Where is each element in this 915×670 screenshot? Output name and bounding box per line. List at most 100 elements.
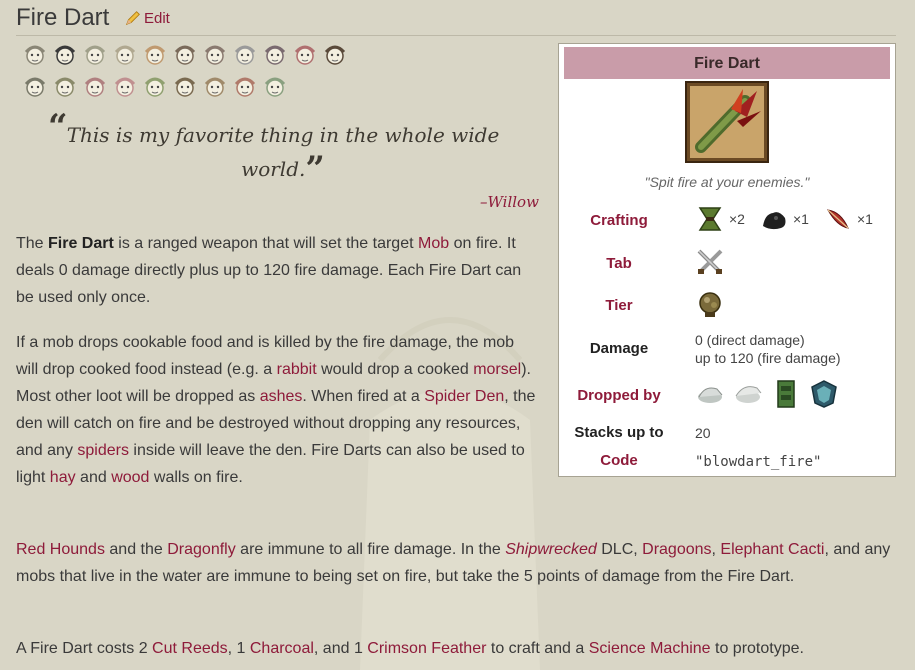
link-science-machine[interactable]: Science Machine [589, 640, 711, 657]
fire-dart-image [685, 81, 769, 163]
link-elephant-cacti[interactable]: Elephant Cacti [720, 541, 824, 558]
text: to craft and a [486, 640, 589, 657]
infobox-tagline: "Spit fire at your enemies." [644, 174, 810, 190]
character-portrait-icon[interactable] [232, 74, 258, 100]
damage-fire: up to 120 (fire damage) [695, 350, 841, 366]
text: and the [104, 541, 168, 558]
text: The [16, 235, 49, 252]
crafting-ingredients: ×2 ×1 ×1 [695, 204, 873, 234]
blowdart-turret-icon[interactable] [695, 379, 725, 409]
text: would drop a cooked [316, 361, 474, 378]
character-portrait-icon[interactable] [22, 74, 48, 100]
stacks-label: Stacks up to [574, 424, 664, 441]
link-morsel[interactable]: morsel [473, 361, 521, 378]
damage-value: 0 (direct damage) up to 120 (fire damage… [695, 331, 841, 367]
text: to prototype. [710, 640, 804, 657]
link-crimson-feather[interactable]: Crimson Feather [367, 640, 486, 657]
character-portrait-icon[interactable] [172, 74, 198, 100]
code-label[interactable]: Code [559, 452, 679, 469]
character-quote: “ This is my favorite thing in the whole… [48, 110, 518, 189]
character-portrait-icon[interactable] [142, 42, 168, 68]
infobox: Fire Dart "Spit fire at your enemies." C… [558, 43, 896, 477]
text: is a ranged weapon that will set the tar… [113, 235, 418, 252]
quote-line-1: This is my favorite thing in the whole w… [66, 123, 500, 147]
text: are immune to all fire damage. In the [235, 541, 506, 558]
cut-reeds-icon[interactable] [695, 204, 725, 234]
tier-label[interactable]: Tier [559, 297, 679, 314]
title-bar: Fire Dart Edit [16, 2, 896, 36]
paragraph-fire-effects: If a mob drops cookable food and is kill… [16, 329, 538, 491]
text: . When fired at a [302, 388, 425, 405]
close-quote-icon: ” [305, 149, 325, 189]
qty: ×1 [856, 211, 873, 227]
qty: ×1 [792, 211, 809, 227]
link-spider-den[interactable]: Spider Den [424, 388, 504, 405]
character-portrait-icon[interactable] [22, 42, 48, 68]
open-quote-icon: “ [48, 107, 68, 147]
quote-line-2: world. [241, 157, 306, 181]
fight-tab-icon[interactable] [695, 247, 725, 277]
character-portrait-icon[interactable] [232, 42, 258, 68]
link-red-hounds[interactable]: Red Hounds [16, 541, 105, 558]
paragraph-immunities: Red Hounds and the Dragonfly are immune … [16, 536, 896, 590]
link-spiders[interactable]: spiders [77, 442, 129, 459]
tier-value [695, 289, 725, 319]
infobox-title: Fire Dart [564, 47, 890, 79]
stacks-value: 20 [695, 425, 711, 441]
dropped-by-label[interactable]: Dropped by [559, 387, 679, 404]
crest-badge-icon[interactable] [809, 379, 839, 409]
link-charcoal[interactable]: Charcoal [250, 640, 314, 657]
bold-title: Fire Dart [48, 235, 114, 252]
link-dragoons[interactable]: Dragoons [642, 541, 711, 558]
character-portrait-icon[interactable] [112, 74, 138, 100]
link-wood[interactable]: wood [111, 469, 149, 486]
crimson-feather-icon[interactable] [823, 204, 853, 234]
character-portrait-icon[interactable] [82, 42, 108, 68]
link-hay[interactable]: hay [50, 469, 76, 486]
blowdart-turret-variant-icon[interactable] [733, 379, 763, 409]
damage-direct: 0 (direct damage) [695, 332, 805, 348]
damage-label: Damage [589, 340, 649, 357]
text: DLC, [596, 541, 643, 558]
paragraph-intro: The Fire Dart is a ranged weapon that wi… [16, 230, 536, 311]
tab-label[interactable]: Tab [559, 255, 679, 272]
text: A Fire Dart costs 2 [16, 640, 153, 657]
character-portrait-icon[interactable] [202, 74, 228, 100]
character-portrait-icon[interactable] [172, 42, 198, 68]
edit-label: Edit [144, 9, 170, 27]
pencil-icon [125, 11, 140, 26]
code-value: "blowdart_fire" [695, 454, 822, 470]
science-machine-icon[interactable] [695, 289, 725, 319]
character-portrait-grid [22, 42, 362, 106]
character-portrait-icon[interactable] [262, 74, 288, 100]
quote-author-link[interactable]: –Willow [480, 193, 539, 211]
text: , and 1 [313, 640, 368, 657]
link-shipwrecked[interactable]: Shipwrecked [505, 541, 597, 558]
text: , 1 [227, 640, 250, 657]
character-portrait-icon[interactable] [52, 42, 78, 68]
character-portrait-icon[interactable] [322, 42, 348, 68]
character-portrait-icon[interactable] [142, 74, 168, 100]
link-rabbit[interactable]: rabbit [277, 361, 317, 378]
text: walls on fire. [149, 469, 243, 486]
character-portrait-icon[interactable] [292, 42, 318, 68]
page-title: Fire Dart [16, 4, 110, 31]
character-portrait-icon[interactable] [52, 74, 78, 100]
character-portrait-icon[interactable] [262, 42, 288, 68]
character-portrait-icon[interactable] [82, 74, 108, 100]
link-dragonfly[interactable]: Dragonfly [167, 541, 235, 558]
link-ashes[interactable]: ashes [260, 388, 303, 405]
paragraph-recipe: A Fire Dart costs 2 Cut Reeds, 1 Charcoa… [16, 635, 906, 662]
edit-link[interactable]: Edit [124, 9, 170, 27]
character-portrait-icon[interactable] [202, 42, 228, 68]
crafting-label[interactable]: Crafting [559, 212, 679, 229]
link-cut-reeds[interactable]: Cut Reeds [152, 640, 228, 657]
text: and [75, 469, 112, 486]
character-portrait-icon[interactable] [112, 42, 138, 68]
qty: ×2 [729, 211, 745, 227]
dropped-by-list [695, 379, 839, 409]
totem-icon[interactable] [771, 379, 801, 409]
charcoal-icon[interactable] [759, 204, 789, 234]
tab-value [695, 247, 725, 277]
link-mob[interactable]: Mob [418, 235, 449, 252]
